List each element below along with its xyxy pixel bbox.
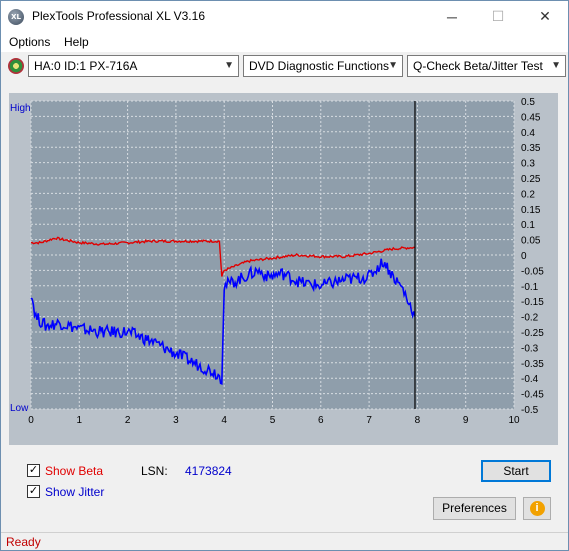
show-jitter-checkbox[interactable]: ✓ — [27, 485, 40, 498]
lsn-label: LSN: — [141, 464, 168, 478]
beta-jitter-chart: 0 1 2 3 4 5 6 7 8 9 10 0.5 0.45 0.4 0.35 0.3 0.25 0.2 0.1… — [10, 97, 544, 426]
chart-panel: 0 1 2 3 4 5 6 7 8 9 10 0.5 0.45 0.4 0.35 0.3 0.25 0.2 0.1… — [9, 93, 558, 445]
x-tick-label: 0 — [28, 415, 34, 426]
disc-drive-icon — [8, 58, 24, 74]
low-label: Low — [10, 403, 29, 414]
chevron-down-icon: ▼ — [551, 60, 561, 71]
status-text: Ready — [6, 535, 41, 549]
x-tick-label: 2 — [125, 415, 131, 426]
y-tick-label: -0.35 — [521, 359, 544, 370]
drive-select-value: HA:0 ID:1 PX-716A — [34, 59, 138, 73]
x-tick-label: 4 — [221, 415, 227, 426]
plextools-logo-icon: XL — [8, 9, 24, 25]
maximize-button[interactable]: ☐ — [475, 1, 521, 32]
start-button[interactable]: Start — [481, 460, 551, 482]
function-select-value: DVD Diagnostic Functions — [249, 59, 390, 73]
y-axis-ticks: 0.5 0.45 0.4 0.35 0.3 0.25 0.2 0.15 0.1 0.05 0 -0.0… — [521, 97, 544, 416]
status-bar: Ready — [1, 532, 568, 550]
menu-help[interactable]: Help — [64, 35, 89, 49]
chevron-down-icon: ▼ — [224, 60, 234, 71]
y-tick-label: -0.4 — [521, 374, 539, 385]
test-select[interactable]: Q-Check Beta/Jitter Test ▼ — [407, 55, 566, 77]
y-tick-label: -0.15 — [521, 297, 544, 308]
y-tick-label: -0.05 — [521, 266, 544, 277]
drive-select[interactable]: HA:0 ID:1 PX-716A ▼ — [28, 55, 239, 77]
menu-options[interactable]: Options — [9, 35, 50, 49]
x-tick-label: 7 — [366, 415, 372, 426]
test-select-value: Q-Check Beta/Jitter Test — [413, 59, 543, 73]
y-tick-label: 0.3 — [521, 159, 535, 170]
x-tick-label: 8 — [415, 415, 421, 426]
chevron-down-icon: ▼ — [388, 60, 398, 71]
minimize-button[interactable]: ─ — [429, 1, 475, 32]
info-button[interactable]: i — [523, 497, 551, 520]
app-window: XL PlexTools Professional XL V3.16 ─ ☐ ✕… — [0, 0, 569, 551]
show-beta-checkbox[interactable]: ✓ — [27, 464, 40, 477]
y-tick-label: 0.35 — [521, 143, 541, 154]
x-tick-label: 9 — [463, 415, 469, 426]
show-beta-label[interactable]: Show Beta — [45, 464, 103, 478]
x-tick-label: 6 — [318, 415, 324, 426]
info-icon: i — [529, 501, 545, 516]
menu-bar: Options Help — [1, 32, 568, 52]
preferences-button[interactable]: Preferences — [433, 497, 516, 520]
y-tick-label: -0.45 — [521, 390, 544, 401]
function-select[interactable]: DVD Diagnostic Functions ▼ — [243, 55, 403, 77]
lsn-value: 4173824 — [185, 464, 232, 478]
y-tick-label: 0.2 — [521, 189, 535, 200]
y-tick-label: -0.25 — [521, 328, 544, 339]
y-tick-label: 0.5 — [521, 97, 535, 108]
x-tick-label: 3 — [173, 415, 179, 426]
x-tick-label: 1 — [77, 415, 83, 426]
close-button[interactable]: ✕ — [522, 1, 568, 32]
y-tick-label: 0.15 — [521, 205, 541, 216]
y-tick-label: 0.4 — [521, 128, 535, 139]
show-jitter-label[interactable]: Show Jitter — [45, 485, 104, 499]
y-tick-label: 0.1 — [521, 220, 535, 231]
y-tick-label: 0.45 — [521, 112, 541, 123]
y-tick-label: 0 — [521, 251, 527, 262]
high-label: High — [10, 103, 31, 114]
options-panel: ✓ Show Beta ✓ Show Jitter LSN: 4173824 S… — [9, 453, 558, 527]
title-bar[interactable]: XL PlexTools Professional XL V3.16 ─ ☐ ✕ — [1, 1, 568, 32]
x-tick-label: 10 — [508, 415, 520, 426]
y-tick-label: -0.2 — [521, 313, 539, 324]
y-tick-label: -0.1 — [521, 282, 539, 293]
y-tick-label: -0.5 — [521, 405, 539, 416]
y-tick-label: 0.25 — [521, 174, 541, 185]
x-axis-ticks: 0 1 2 3 4 5 6 7 8 9 10 — [28, 415, 520, 426]
x-tick-label: 5 — [270, 415, 276, 426]
y-tick-label: -0.3 — [521, 343, 539, 354]
window-title: PlexTools Professional XL V3.16 — [32, 9, 205, 23]
y-tick-label: 0.05 — [521, 236, 541, 247]
